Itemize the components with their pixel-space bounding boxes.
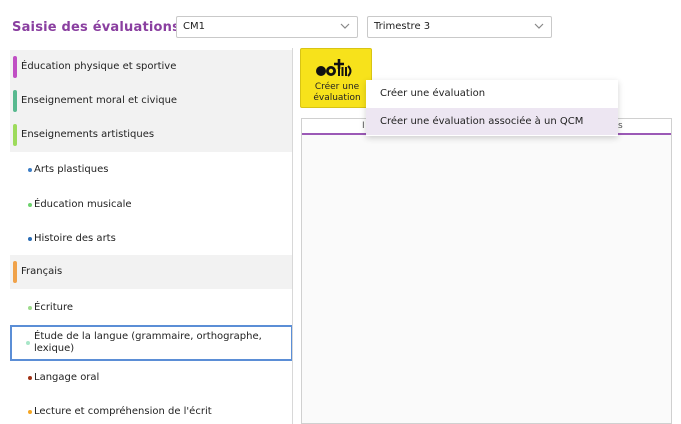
create-evaluation-label: Créer une évaluation — [301, 82, 373, 104]
menu-item-label: Créer une évaluation — [380, 88, 486, 99]
create-evaluation-icon — [316, 59, 352, 77]
chevron-down-icon — [534, 23, 544, 29]
subject-item-etude-de-la-langue[interactable]: Étude de la langue (grammaire, orthograp… — [10, 325, 292, 361]
subject-color-bar — [13, 124, 17, 146]
subject-item-arts-plastiques[interactable]: Arts plastiques — [10, 153, 292, 187]
evaluations-table: I s — [301, 118, 672, 424]
subject-item-ecriture[interactable]: Écriture — [10, 291, 292, 325]
subject-label: Français — [21, 266, 63, 277]
subject-list: Éducation physique et sportive Enseignem… — [10, 48, 293, 424]
term-select-value: Trimestre 3 — [374, 21, 431, 32]
term-select[interactable]: Trimestre 3 — [367, 16, 552, 38]
subject-color-bar — [13, 261, 17, 283]
subject-dot-icon — [26, 341, 30, 345]
subject-color-bar — [13, 90, 17, 112]
subject-dot-icon — [28, 168, 32, 172]
subject-dot-icon — [28, 376, 32, 380]
subject-item-eps[interactable]: Éducation physique et sportive — [10, 50, 292, 84]
subject-label: Enseignements artistiques — [21, 129, 155, 140]
subject-label: Histoire des arts — [34, 233, 116, 244]
subject-color-bar — [13, 56, 17, 78]
subject-dot-icon — [28, 203, 32, 207]
table-header-cell: s — [618, 121, 623, 131]
subject-item-francais[interactable]: Français — [10, 255, 292, 289]
subject-item-arts[interactable]: Enseignements artistiques — [10, 118, 292, 152]
subject-label: Langage oral — [34, 372, 100, 383]
subject-label: Éducation musicale — [34, 199, 132, 210]
subject-item-langage-oral[interactable]: Langage oral — [10, 361, 292, 395]
subject-dot-icon — [28, 306, 32, 310]
subject-label: Enseignement moral et civique — [21, 95, 178, 106]
page-title: Saisie des évaluations — [12, 20, 181, 35]
subject-label: Arts plastiques — [34, 164, 109, 175]
subject-label: Éducation physique et sportive — [21, 61, 177, 72]
menu-item-label: Créer une évaluation associée à un QCM — [380, 116, 584, 127]
top-bar: Saisie des évaluations CM1 Trimestre 3 — [0, 0, 681, 48]
subject-dot-icon — [28, 410, 32, 414]
subject-item-lecture[interactable]: Lecture et compréhension de l'écrit — [10, 395, 292, 424]
subject-item-histoire-des-arts[interactable]: Histoire des arts — [10, 222, 292, 256]
class-select-value: CM1 — [183, 21, 205, 32]
menu-item-create-evaluation-qcm[interactable]: Créer une évaluation associée à un QCM — [366, 108, 618, 135]
subject-item-education-musicale[interactable]: Éducation musicale — [10, 188, 292, 222]
subject-item-emc[interactable]: Enseignement moral et civique — [10, 84, 292, 118]
subject-dot-icon — [28, 237, 32, 241]
create-evaluation-button[interactable]: Créer une évaluation — [300, 48, 372, 108]
class-select[interactable]: CM1 — [176, 16, 358, 38]
create-label-line2: évaluation — [313, 93, 361, 103]
subject-label: Étude de la langue (grammaire, orthograp… — [34, 331, 262, 354]
create-label-line1: Créer une — [314, 82, 360, 92]
create-evaluation-menu: Créer une évaluation Créer une évaluatio… — [366, 80, 618, 136]
subject-label: Lecture et compréhension de l'écrit — [34, 406, 212, 417]
menu-item-create-evaluation[interactable]: Créer une évaluation — [366, 80, 618, 107]
table-header-cell: I — [362, 121, 365, 131]
chevron-down-icon — [340, 23, 350, 29]
subject-label: Écriture — [34, 302, 74, 313]
